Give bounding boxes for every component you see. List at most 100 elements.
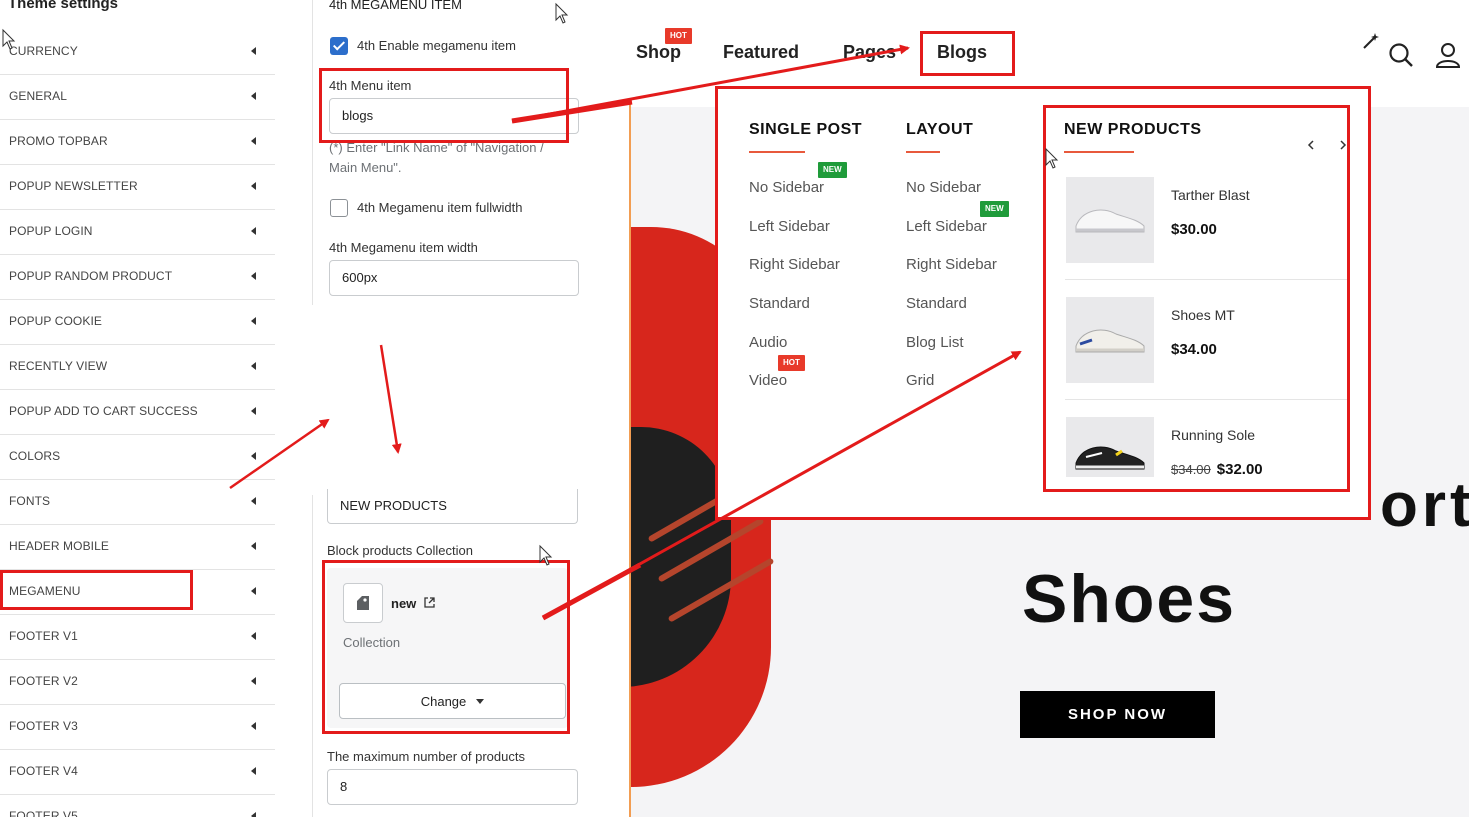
sidebar-item-label: CURRENCY [9, 44, 78, 58]
theme-settings-sidebar: Theme settings CURRENCY GENERAL PROMO TO… [0, 0, 275, 817]
sidebar-item-footer-v4[interactable]: FOOTER V4 [0, 750, 275, 795]
collection-label: Block products Collection [327, 543, 473, 558]
product-name[interactable]: Running Sole [1171, 427, 1255, 443]
sidebar-item-header-mobile[interactable]: HEADER MOBILE [0, 525, 275, 570]
caret-left-icon [251, 497, 256, 505]
product-price-group: $34.00 $32.00 [1171, 461, 1263, 478]
sidebar-item-recently-view[interactable]: RECENTLY VIEW [0, 345, 275, 390]
magic-wand-icon [1363, 33, 1379, 49]
hot-badge: HOT [778, 355, 805, 371]
sidebar-item-label: PROMO TOPBAR [9, 134, 108, 148]
sidebar-item-fonts[interactable]: FONTS [0, 480, 275, 525]
sidebar-item-label: FOOTER V4 [9, 764, 78, 778]
sidebar-item-label: HEADER MOBILE [9, 539, 109, 553]
sidebar-item-label: POPUP NEWSLETTER [9, 179, 138, 193]
megamenu-dropdown [718, 87, 1370, 519]
layout-link[interactable]: Blog List [906, 334, 964, 351]
sidebar-item-colors[interactable]: COLORS [0, 435, 275, 480]
max-products-input[interactable]: 8 [327, 769, 578, 805]
layout-link[interactable]: Left Sidebar [906, 218, 987, 235]
caret-down-icon [476, 698, 485, 704]
sidebar-item-label: POPUP LOGIN [9, 224, 93, 238]
sidebar-item-footer-v5[interactable]: FOOTER V5 [0, 795, 275, 817]
caret-left-icon [251, 317, 256, 325]
product-price: $30.00 [1171, 221, 1217, 238]
chevron-left-icon[interactable] [1306, 139, 1316, 151]
new-products-heading: NEW PRODUCTS [1064, 121, 1202, 138]
layout-link[interactable]: Grid [906, 372, 934, 389]
product-name[interactable]: Tarther Blast [1171, 187, 1250, 203]
sidebar-item-popup-cookie[interactable]: POPUP COOKIE [0, 300, 275, 345]
width-input[interactable]: 600px [329, 260, 579, 296]
sidebar-item-label: MEGAMENU [9, 584, 81, 598]
single-post-heading: SINGLE POST [749, 121, 863, 138]
collection-name: new [391, 596, 417, 611]
search-icon[interactable] [1388, 42, 1414, 68]
product-name[interactable]: Shoes MT [1171, 307, 1235, 323]
nav-shop[interactable]: Shop [636, 42, 681, 63]
layout-link[interactable]: Standard [906, 295, 967, 312]
sidebar-item-label: FOOTER V2 [9, 674, 78, 688]
single-post-link[interactable]: Left Sidebar [749, 218, 830, 235]
width-label: 4th Megamenu item width [329, 240, 478, 255]
sidebar-item-label: FOOTER V1 [9, 629, 78, 643]
new-badge: NEW [818, 162, 847, 178]
nav-featured[interactable]: Featured [723, 42, 799, 63]
sidebar-item-promo-topbar[interactable]: PROMO TOPBAR [0, 120, 275, 165]
block-title-input[interactable]: NEW PRODUCTS [327, 489, 578, 524]
menu-item-input[interactable]: blogs [329, 98, 579, 134]
layout-link[interactable]: No Sidebar [906, 179, 981, 196]
heading-underline [749, 151, 805, 153]
sidebar-item-footer-v3[interactable]: FOOTER V3 [0, 705, 275, 750]
heading-underline [906, 151, 940, 153]
sidebar-item-footer-v1[interactable]: FOOTER V1 [0, 615, 275, 660]
product-price: $32.00 [1216, 461, 1263, 478]
menu-item-label: 4th Menu item [329, 78, 412, 93]
caret-left-icon [251, 137, 256, 145]
product-image[interactable] [1066, 417, 1154, 477]
caret-left-icon [251, 272, 256, 280]
caret-left-icon [251, 542, 256, 550]
nav-pages[interactable]: Pages [843, 42, 896, 63]
sidebar-item-footer-v2[interactable]: FOOTER V2 [0, 660, 275, 705]
layout-link[interactable]: Right Sidebar [906, 256, 997, 273]
fullwidth-label: 4th Megamenu item fullwidth [357, 200, 523, 215]
fullwidth-checkbox[interactable] [330, 199, 348, 217]
sidebar-item-label: RECENTLY VIEW [9, 359, 108, 373]
product-divider [1065, 279, 1347, 280]
collection-tag-icon [343, 583, 383, 623]
single-post-link[interactable]: Audio [749, 334, 787, 351]
enable-megamenu-checkbox[interactable] [330, 37, 348, 55]
sidebar-item-currency[interactable]: CURRENCY [0, 30, 275, 75]
sidebar-item-popup-login[interactable]: POPUP LOGIN [0, 210, 275, 255]
account-icon[interactable] [1435, 42, 1461, 68]
single-post-link[interactable]: Standard [749, 295, 810, 312]
caret-left-icon [251, 587, 256, 595]
shop-now-button[interactable]: SHOP NOW [1020, 691, 1215, 738]
hero-heading: Shoes [1022, 561, 1237, 637]
nav-blogs[interactable]: Blogs [937, 42, 987, 63]
caret-left-icon [251, 812, 256, 817]
caret-left-icon [251, 47, 256, 55]
product-image[interactable] [1066, 297, 1154, 383]
product-image[interactable] [1066, 177, 1154, 263]
external-link-icon [424, 597, 435, 608]
collection-type: Collection [343, 635, 401, 650]
menu-item-help-line1: (*) Enter "Link Name" of "Navigation / [329, 140, 544, 155]
product-price: $34.00 [1171, 341, 1217, 358]
collection-link[interactable]: new [391, 596, 435, 611]
single-post-link[interactable]: Right Sidebar [749, 256, 840, 273]
sidebar-item-label: FOOTER V5 [9, 809, 78, 817]
single-post-link[interactable]: Video [749, 372, 787, 389]
sidebar-item-popup-random-product[interactable]: POPUP RANDOM PRODUCT [0, 255, 275, 300]
caret-left-icon [251, 227, 256, 235]
sidebar-item-popup-newsletter[interactable]: POPUP NEWSLETTER [0, 165, 275, 210]
sidebar-item-popup-add-to-cart[interactable]: POPUP ADD TO CART SUCCESS [0, 390, 275, 435]
sidebar-item-general[interactable]: GENERAL [0, 75, 275, 120]
caret-left-icon [251, 182, 256, 190]
sidebar-item-label: COLORS [9, 449, 61, 463]
change-collection-button[interactable]: Change [339, 683, 566, 719]
sidebar-item-megamenu[interactable]: MEGAMENU [0, 570, 275, 615]
single-post-link[interactable]: No Sidebar [749, 179, 824, 196]
chevron-right-icon[interactable] [1338, 139, 1348, 151]
